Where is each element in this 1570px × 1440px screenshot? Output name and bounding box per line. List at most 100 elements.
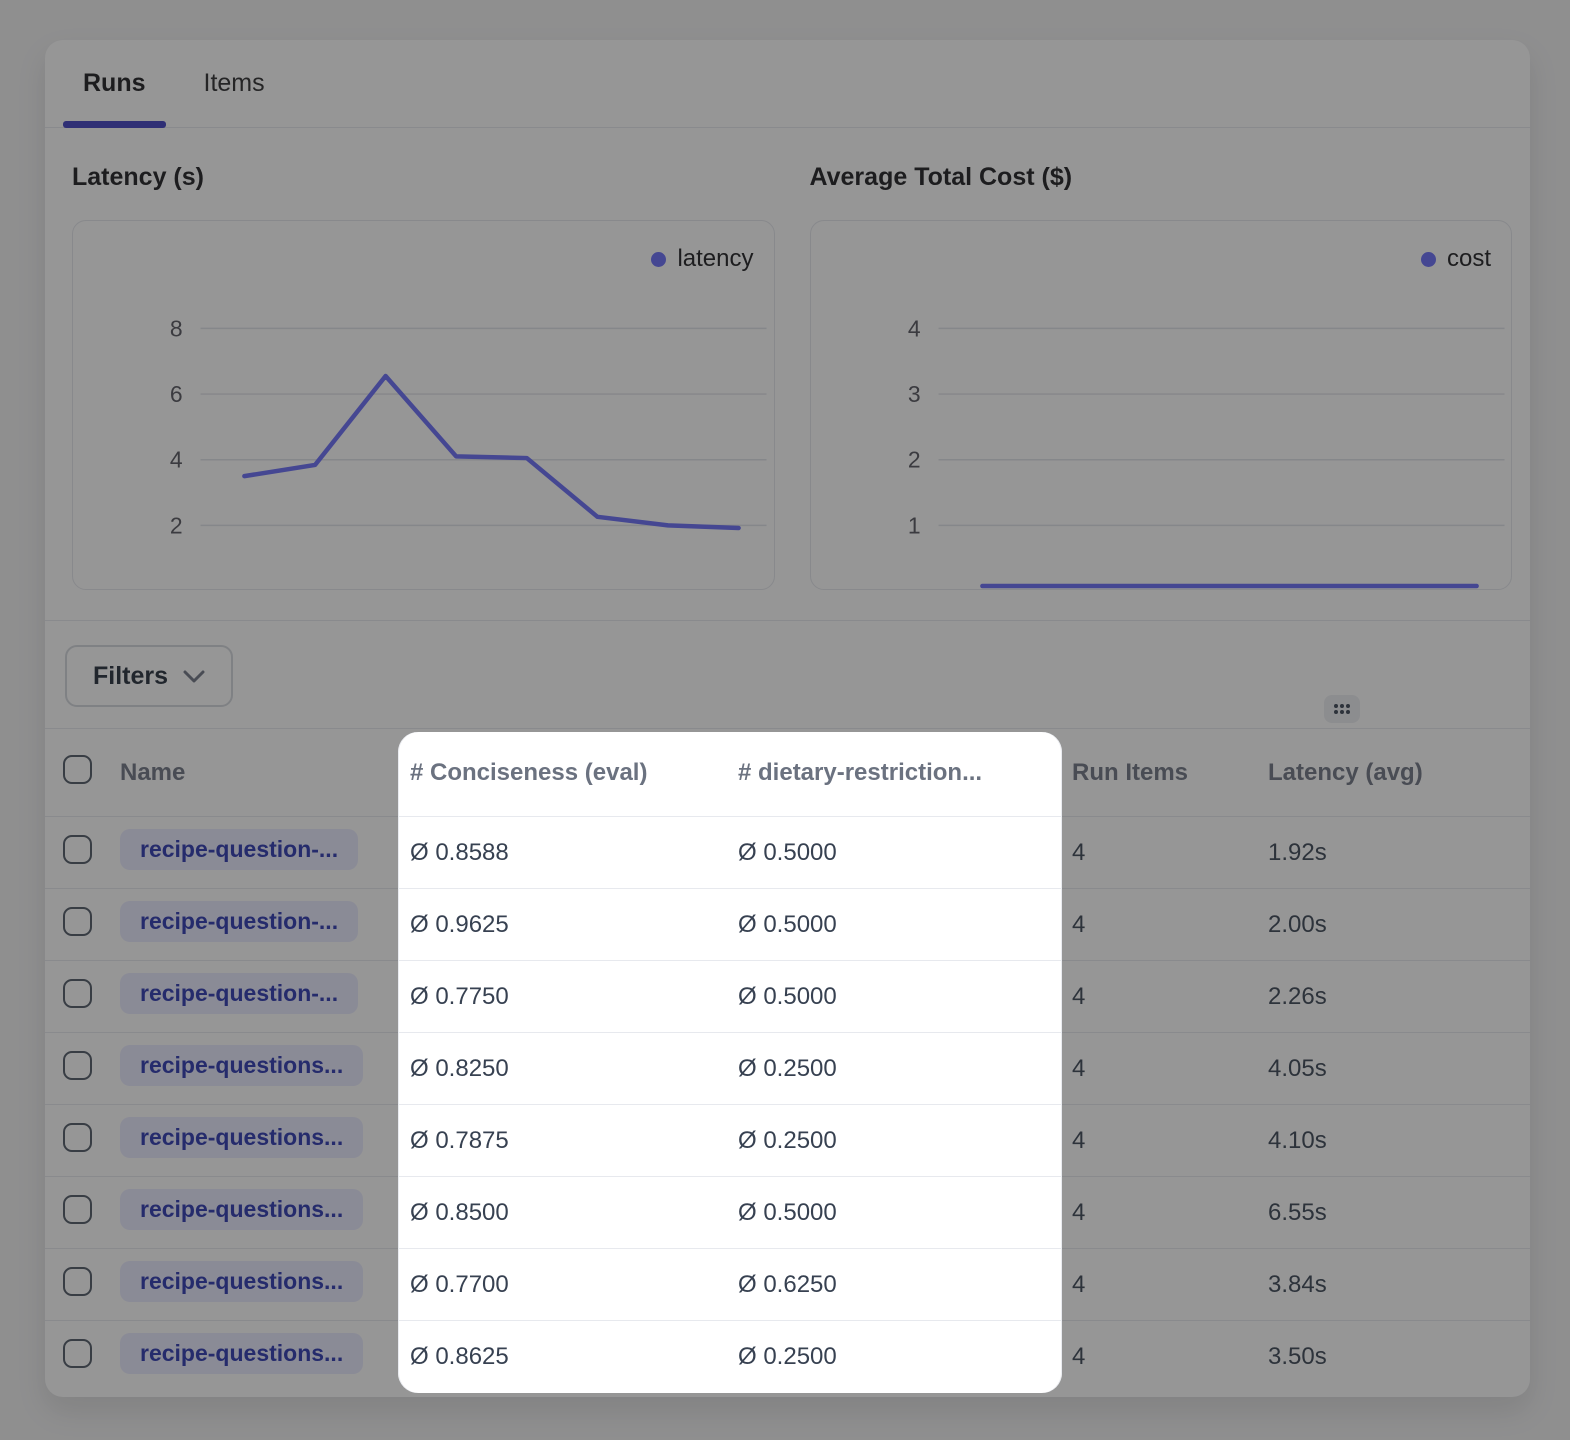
cost-chart-title: Average Total Cost ($) [810, 163, 1513, 192]
drag-handle-icon [1332, 702, 1352, 716]
run-name-badge[interactable]: recipe-questions... [120, 1261, 363, 1302]
run-name-badge[interactable]: recipe-questions... [120, 1117, 363, 1158]
run-name-badge[interactable]: recipe-questions... [120, 1333, 363, 1374]
select-all-checkbox[interactable] [63, 755, 92, 784]
tab-runs[interactable]: Runs [63, 40, 166, 127]
conciseness-value: Ø 0.8588 [410, 839, 738, 867]
run-items-value: 4 [1072, 1055, 1268, 1083]
table-row: recipe-questions... Ø 0.8250 Ø 0.2500 4 … [45, 1032, 1530, 1104]
tab-bar: Runs Items [45, 40, 1530, 128]
column-header-name[interactable]: Name [120, 759, 410, 787]
svg-text:2: 2 [170, 512, 183, 538]
column-header-dietary[interactable]: # dietary-restriction... [738, 759, 1072, 787]
latency-chart-title: Latency (s) [72, 163, 775, 192]
latency-line-chart: 2 4 6 8 [73, 221, 774, 589]
table-row: recipe-questions... Ø 0.8500 Ø 0.5000 4 … [45, 1176, 1530, 1248]
run-name-badge[interactable]: recipe-question-... [120, 973, 358, 1014]
dietary-value: Ø 0.2500 [738, 1127, 1072, 1155]
table-row: recipe-question-... Ø 0.8588 Ø 0.5000 4 … [45, 816, 1530, 888]
column-header-latency[interactable]: Latency (avg) [1268, 759, 1530, 787]
row-checkbox[interactable] [63, 979, 92, 1008]
run-items-value: 4 [1072, 1199, 1268, 1227]
run-items-value: 4 [1072, 911, 1268, 939]
column-header-run-items[interactable]: Run Items [1072, 759, 1268, 787]
table-body: recipe-question-... Ø 0.8588 Ø 0.5000 4 … [45, 816, 1530, 1392]
cost-legend-label: cost [1447, 245, 1491, 273]
dietary-value: Ø 0.5000 [738, 839, 1072, 867]
run-name-badge[interactable]: recipe-question-... [120, 901, 358, 942]
dietary-value: Ø 0.2500 [738, 1055, 1072, 1083]
conciseness-value: Ø 0.8500 [410, 1199, 738, 1227]
run-items-value: 4 [1072, 1343, 1268, 1371]
latency-chart-panel: 2 4 6 8 latency [72, 220, 775, 590]
svg-text:4: 4 [907, 315, 920, 341]
chevron-down-icon [183, 670, 205, 683]
run-items-value: 4 [1072, 839, 1268, 867]
svg-text:4: 4 [170, 447, 183, 473]
cost-chart-block: Average Total Cost ($) 1 2 3 4 cost [810, 128, 1513, 590]
svg-text:2: 2 [907, 447, 920, 473]
svg-text:1: 1 [907, 512, 920, 538]
run-items-value: 4 [1072, 983, 1268, 1011]
dietary-value: Ø 0.5000 [738, 911, 1072, 939]
latency-value: 6.55s [1268, 1199, 1530, 1227]
tab-runs-label: Runs [83, 69, 146, 98]
run-items-value: 4 [1072, 1127, 1268, 1155]
tab-items-label: Items [204, 69, 265, 98]
conciseness-value: Ø 0.7875 [410, 1127, 738, 1155]
dietary-value: Ø 0.2500 [738, 1343, 1072, 1371]
latency-legend-label: latency [677, 245, 753, 273]
table-row: recipe-question-... Ø 0.7750 Ø 0.5000 4 … [45, 960, 1530, 1032]
conciseness-value: Ø 0.7750 [410, 983, 738, 1011]
latency-value: 2.00s [1268, 911, 1530, 939]
svg-text:3: 3 [907, 381, 920, 407]
latency-value: 2.26s [1268, 983, 1530, 1011]
latency-legend: latency [651, 245, 753, 273]
latency-value: 3.50s [1268, 1343, 1530, 1371]
runs-table: Name # Conciseness (eval) # dietary-rest… [45, 728, 1530, 1392]
run-name-badge[interactable]: recipe-questions... [120, 1045, 363, 1086]
cost-legend: cost [1421, 245, 1491, 273]
latency-value: 4.10s [1268, 1127, 1530, 1155]
svg-text:6: 6 [170, 381, 183, 407]
latency-value: 1.92s [1268, 839, 1530, 867]
conciseness-value: Ø 0.7700 [410, 1271, 738, 1299]
latency-legend-dot-icon [651, 252, 666, 267]
latency-value: 3.84s [1268, 1271, 1530, 1299]
cost-chart-panel: 1 2 3 4 cost [810, 220, 1513, 590]
row-checkbox[interactable] [63, 1339, 92, 1368]
table-header-row: Name # Conciseness (eval) # dietary-rest… [45, 728, 1530, 816]
charts-section: Latency (s) 2 4 6 8 latency Average Total C… [45, 128, 1530, 621]
table-row: recipe-questions... Ø 0.7700 Ø 0.6250 4 … [45, 1248, 1530, 1320]
dashboard-card: Runs Items Latency (s) 2 4 6 8 latency Aver… [45, 40, 1530, 1397]
run-name-badge[interactable]: recipe-questions... [120, 1189, 363, 1230]
dietary-value: Ø 0.5000 [738, 983, 1072, 1011]
cost-line-chart: 1 2 3 4 [811, 221, 1512, 589]
table-row: recipe-questions... Ø 0.8625 Ø 0.2500 4 … [45, 1320, 1530, 1392]
row-checkbox[interactable] [63, 907, 92, 936]
dietary-value: Ø 0.6250 [738, 1271, 1072, 1299]
run-name-badge[interactable]: recipe-question-... [120, 829, 358, 870]
filters-button-label: Filters [93, 662, 168, 691]
cost-legend-dot-icon [1421, 252, 1436, 267]
drag-handle[interactable] [1324, 695, 1360, 723]
tab-items[interactable]: Items [184, 40, 285, 127]
conciseness-value: Ø 0.8250 [410, 1055, 738, 1083]
filters-section: Filters [45, 621, 1530, 728]
row-checkbox[interactable] [63, 1123, 92, 1152]
table-row: recipe-questions... Ø 0.7875 Ø 0.2500 4 … [45, 1104, 1530, 1176]
conciseness-value: Ø 0.8625 [410, 1343, 738, 1371]
table-row: recipe-question-... Ø 0.9625 Ø 0.5000 4 … [45, 888, 1530, 960]
svg-text:8: 8 [170, 315, 183, 341]
conciseness-value: Ø 0.9625 [410, 911, 738, 939]
column-header-conciseness[interactable]: # Conciseness (eval) [410, 759, 738, 787]
filters-button[interactable]: Filters [65, 645, 233, 707]
row-checkbox[interactable] [63, 835, 92, 864]
row-checkbox[interactable] [63, 1267, 92, 1296]
latency-value: 4.05s [1268, 1055, 1530, 1083]
latency-chart-block: Latency (s) 2 4 6 8 latency [72, 128, 775, 590]
run-items-value: 4 [1072, 1271, 1268, 1299]
row-checkbox[interactable] [63, 1195, 92, 1224]
row-checkbox[interactable] [63, 1051, 92, 1080]
dietary-value: Ø 0.5000 [738, 1199, 1072, 1227]
